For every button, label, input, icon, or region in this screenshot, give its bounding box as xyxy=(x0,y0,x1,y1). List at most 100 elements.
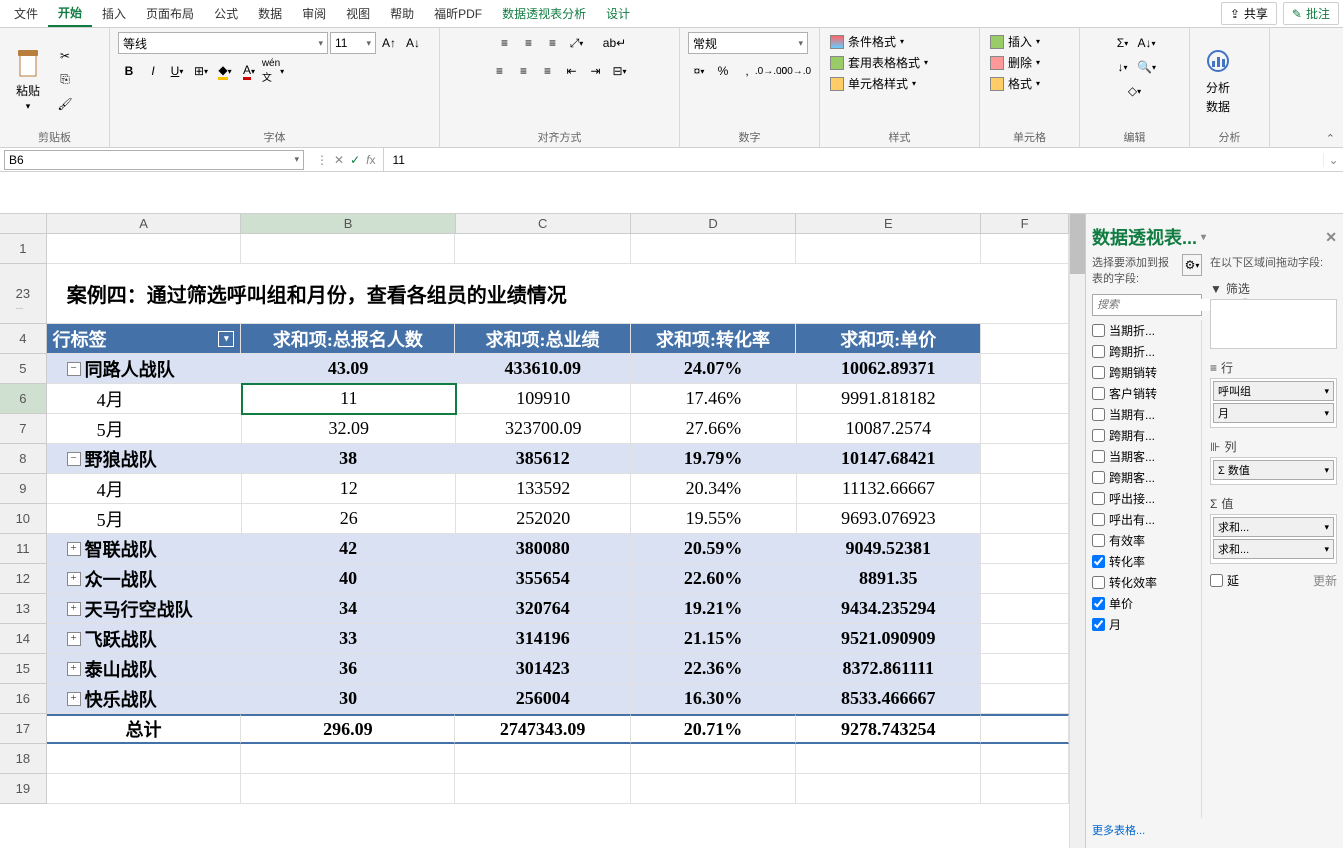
cell-style-button[interactable]: 单元格样式 ▾ xyxy=(828,74,971,93)
cell[interactable]: 10147.68421 xyxy=(796,444,981,474)
cut-button[interactable]: ✂ xyxy=(54,45,76,67)
row-header[interactable]: 14 xyxy=(0,624,47,654)
currency-button[interactable]: ¤▾ xyxy=(688,60,710,82)
cell[interactable]: 22.36% xyxy=(631,654,796,684)
cell[interactable]: 34 xyxy=(242,594,456,624)
insert-cells-button[interactable]: 插入 ▾ xyxy=(988,32,1071,51)
cell[interactable]: 2747343.09 xyxy=(455,714,630,744)
cell[interactable] xyxy=(47,774,242,804)
sort-filter-button[interactable]: A↓▾ xyxy=(1136,32,1158,54)
cell[interactable]: 行标签▾ xyxy=(47,324,242,354)
cell[interactable]: 355654 xyxy=(456,564,631,594)
cell[interactable] xyxy=(981,444,1069,474)
filter-zone[interactable] xyxy=(1210,299,1337,349)
tab-pivot-design[interactable]: 设计 xyxy=(596,1,640,26)
analyze-data-button[interactable]: 分析 数据 xyxy=(1198,43,1238,117)
cell[interactable]: 总计 xyxy=(47,714,242,744)
cell[interactable] xyxy=(455,234,630,264)
field-checkbox[interactable] xyxy=(1092,534,1105,547)
cell[interactable] xyxy=(47,234,242,264)
autosum-button[interactable]: Σ▾ xyxy=(1112,32,1134,54)
cell[interactable]: 19.21% xyxy=(631,594,796,624)
cell[interactable]: 11132.66667 xyxy=(797,474,982,504)
field-checkbox[interactable] xyxy=(1092,492,1105,505)
cell[interactable]: 256004 xyxy=(456,684,631,714)
tab-layout[interactable]: 页面布局 xyxy=(136,1,204,26)
row-header[interactable]: 10 xyxy=(0,504,47,534)
cell[interactable] xyxy=(796,744,981,774)
cell[interactable] xyxy=(455,744,630,774)
field-item[interactable]: 跨期折... xyxy=(1092,341,1201,362)
col-header-f[interactable]: F xyxy=(981,214,1069,233)
cell[interactable]: 380080 xyxy=(456,534,631,564)
cell[interactable] xyxy=(981,714,1069,744)
panel-settings-button[interactable]: ⚙▾ xyxy=(1182,254,1202,276)
tab-formula[interactable]: 公式 xyxy=(204,1,248,26)
cell[interactable]: 301423 xyxy=(456,654,631,684)
row-field-group[interactable]: 呼叫组▾ xyxy=(1213,381,1334,401)
formula-expand-button[interactable]: ⌄ xyxy=(1323,153,1343,167)
row-header[interactable]: 23 xyxy=(0,264,47,324)
row-header[interactable]: 8 xyxy=(0,444,47,474)
row-header[interactable]: 6 xyxy=(0,384,47,414)
cell[interactable]: 19.79% xyxy=(631,444,796,474)
field-checkbox[interactable] xyxy=(1092,408,1105,421)
row-header[interactable]: 15 xyxy=(0,654,47,684)
font-color-button[interactable]: A▾ xyxy=(238,60,260,82)
cell[interactable]: 4月 xyxy=(47,384,243,414)
cell[interactable]: 4月 xyxy=(47,474,243,504)
cell[interactable]: +飞跃战队 xyxy=(47,624,242,654)
find-button[interactable]: 🔍▾ xyxy=(1136,56,1158,78)
field-item[interactable]: 呼出有... xyxy=(1092,509,1201,530)
field-item[interactable]: 当期折... xyxy=(1092,320,1201,341)
align-right-button[interactable]: ≡ xyxy=(537,60,559,82)
cell[interactable]: 12 xyxy=(242,474,456,504)
conditional-format-button[interactable]: 条件格式 ▾ xyxy=(828,32,971,51)
field-item[interactable]: 跨期客... xyxy=(1092,467,1201,488)
cell[interactable] xyxy=(981,384,1069,414)
cell[interactable]: 8533.466667 xyxy=(796,684,981,714)
indent-decrease-button[interactable]: ⇤ xyxy=(561,60,583,82)
cell[interactable] xyxy=(241,234,455,264)
percent-button[interactable]: % xyxy=(712,60,734,82)
cell[interactable]: 296.09 xyxy=(241,714,455,744)
indent-increase-button[interactable]: ⇥ xyxy=(585,60,607,82)
tab-insert[interactable]: 插入 xyxy=(92,1,136,26)
italic-button[interactable]: I xyxy=(142,60,164,82)
field-item[interactable]: 转化率 xyxy=(1092,551,1201,572)
format-cells-button[interactable]: 格式 ▾ xyxy=(988,74,1071,93)
row-header[interactable]: 19 xyxy=(0,774,47,804)
bold-button[interactable]: B xyxy=(118,60,140,82)
fill-color-button[interactable]: ◆▾ xyxy=(214,60,236,82)
expand-button[interactable]: + xyxy=(67,572,81,586)
expand-button[interactable]: + xyxy=(67,542,81,556)
cell[interactable] xyxy=(981,684,1069,714)
rows-zone[interactable]: 呼叫组▾ 月▾ xyxy=(1210,378,1337,428)
cell[interactable]: −野狼战队 xyxy=(47,444,242,474)
align-center-button[interactable]: ≡ xyxy=(513,60,535,82)
tab-pivot-analyze[interactable]: 数据透视表分析 xyxy=(492,1,596,26)
field-item[interactable]: 有效率 xyxy=(1092,530,1201,551)
vals-zone[interactable]: 求和...▾ 求和...▾ xyxy=(1210,514,1337,564)
cell[interactable]: 9693.076923 xyxy=(797,504,982,534)
field-checkbox[interactable] xyxy=(1092,345,1105,358)
field-search[interactable]: 🔍 xyxy=(1092,294,1202,316)
copy-button[interactable]: ⎘ xyxy=(54,69,76,91)
field-item[interactable]: 月 xyxy=(1092,614,1201,635)
font-name-combo[interactable]: 等线▾ xyxy=(118,32,328,54)
field-checkbox[interactable] xyxy=(1092,513,1105,526)
col-header-b[interactable]: B xyxy=(241,214,455,233)
formula-input[interactable]: 11 xyxy=(384,148,1323,171)
cell[interactable]: 32.09 xyxy=(242,414,456,444)
comment-button[interactable]: ✎批注 xyxy=(1283,2,1339,25)
field-item[interactable]: 当期客... xyxy=(1092,446,1201,467)
expand-button[interactable]: + xyxy=(67,692,81,706)
field-item[interactable]: 客户销转 xyxy=(1092,383,1201,404)
row-header[interactable]: 17 xyxy=(0,714,47,744)
cell[interactable]: 9434.235294 xyxy=(796,594,981,624)
row-header[interactable]: 12 xyxy=(0,564,47,594)
row-header[interactable]: 9 xyxy=(0,474,47,504)
row-header[interactable]: 11 xyxy=(0,534,47,564)
cell[interactable]: 27.66% xyxy=(631,414,796,444)
row-labels-filter[interactable]: ▾ xyxy=(218,331,234,347)
